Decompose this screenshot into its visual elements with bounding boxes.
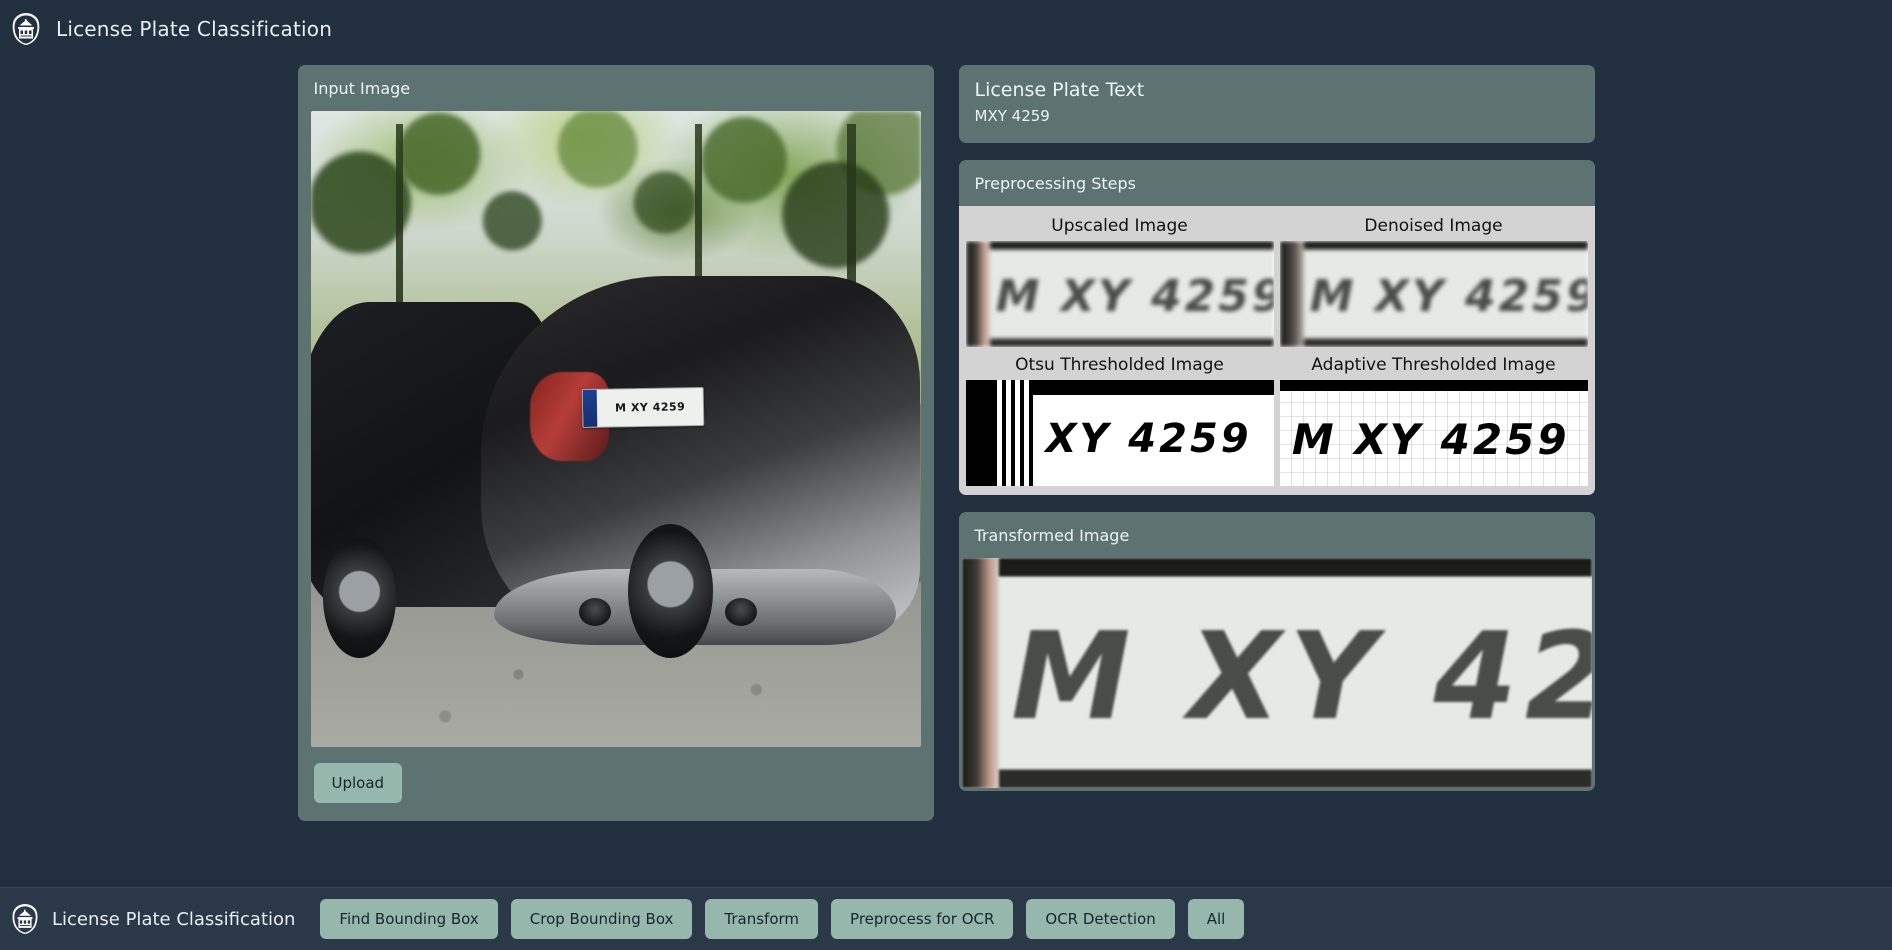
wheel: [627, 524, 714, 658]
plate-edge: [961, 558, 1000, 788]
input-image-panel-title: Input Image: [313, 79, 411, 98]
university-crest-icon: [12, 12, 40, 45]
step-label: Denoised Image: [1364, 216, 1503, 236]
exhaust-pipe: [725, 598, 758, 627]
step-label: Upscaled Image: [1051, 216, 1188, 236]
preprocessing-grid: Upscaled Image M XY 4259 Denoised Image: [958, 206, 1595, 495]
left-column: Input Image M XY 4259 Upload: [297, 65, 934, 887]
plate-edge: [1279, 241, 1305, 347]
plate-characters: M XY 4259: [1309, 270, 1588, 322]
app-header: License Plate Classification: [0, 0, 1892, 57]
binary-left-artifact: [965, 380, 1034, 486]
preprocessing-cell-adaptive: Adaptive Thresholded Image M XY 4259: [1279, 351, 1588, 486]
plate-characters: M XY 4259: [995, 270, 1274, 322]
step-label: Otsu Thresholded Image: [1015, 355, 1224, 375]
otsu-thresholded-image-thumb[interactable]: XY 4259: [965, 380, 1274, 486]
adaptive-binary-art: M XY 4259: [1279, 380, 1588, 486]
app-title: License Plate Classification: [56, 16, 333, 41]
plate-edge: [965, 241, 991, 347]
step-label: Adaptive Thresholded Image: [1311, 355, 1556, 375]
plate-crop-art: M XY 4259: [1279, 241, 1588, 347]
license-plate-text-value: MXY 4259: [974, 107, 1050, 125]
university-crest-icon: [12, 904, 38, 934]
bottom-app-title: License Plate Classification: [52, 908, 296, 930]
plate-body: M XY 4259: [999, 558, 1592, 788]
plate-characters: M XY 4259: [614, 400, 686, 415]
workspace: Input Image M XY 4259 Upload License Pla…: [0, 57, 1892, 887]
find-bounding-box-button[interactable]: Find Bounding Box: [320, 899, 498, 939]
preprocessing-cell-upscaled: Upscaled Image M XY 4259: [965, 212, 1274, 347]
crop-bounding-box-button[interactable]: Crop Bounding Box: [510, 899, 693, 939]
license-plate-text-title: License Plate Text: [974, 79, 1145, 101]
license-plate-text-panel: License Plate Text MXY 4259: [958, 65, 1595, 143]
denoised-image-thumb[interactable]: M XY 4259: [1279, 241, 1588, 347]
upload-button[interactable]: Upload: [313, 763, 403, 803]
preprocessing-steps-title: Preprocessing Steps: [974, 174, 1137, 193]
transformed-image-panel: Transformed Image M XY 4259: [958, 512, 1595, 791]
plate-crop-art: M XY 4259: [961, 558, 1592, 788]
upload-row: Upload: [298, 747, 934, 821]
car-photo-art: M XY 4259: [310, 111, 921, 747]
plate-crop-art: M XY 4259: [965, 241, 1274, 347]
all-button[interactable]: All: [1187, 899, 1245, 939]
plate-characters: XY 4259: [1045, 416, 1252, 463]
plate-characters: M XY 4259: [1291, 414, 1570, 464]
ocr-detection-button[interactable]: OCR Detection: [1026, 899, 1175, 939]
preprocessing-cell-otsu: Otsu Thresholded Image XY 4259: [965, 351, 1274, 486]
preprocessing-cell-denoised: Denoised Image M XY 4259: [1279, 212, 1588, 347]
plate-body: M XY 4259: [990, 241, 1274, 347]
preprocessing-steps-panel: Preprocessing Steps Upscaled Image M XY …: [958, 160, 1595, 495]
input-image-panel: Input Image M XY 4259 Upload: [297, 65, 934, 821]
plate-body: M XY 4259: [1304, 241, 1588, 347]
transform-button[interactable]: Transform: [705, 899, 819, 939]
transformed-image-preview[interactable]: M XY 4259: [961, 558, 1592, 788]
input-image-preview[interactable]: M XY 4259: [310, 111, 921, 747]
otsu-binary-art: XY 4259: [965, 380, 1274, 486]
bottom-toolbar: License Plate Classification Find Boundi…: [0, 887, 1892, 950]
adaptive-thresholded-image-thumb[interactable]: M XY 4259: [1279, 380, 1588, 486]
transformed-image-title: Transformed Image: [974, 526, 1130, 545]
exhaust-pipe: [578, 598, 611, 627]
license-plate: M XY 4259: [581, 386, 705, 429]
upscaled-image-thumb[interactable]: M XY 4259: [965, 241, 1274, 347]
plate-eu-band: [582, 389, 598, 428]
plate-characters: M XY 4259: [1011, 608, 1591, 748]
bottom-brand: License Plate Classification: [10, 903, 295, 935]
wheel: [322, 537, 396, 658]
preprocess-for-ocr-button[interactable]: Preprocess for OCR: [831, 899, 1014, 939]
right-column: License Plate Text MXY 4259 Preprocessin…: [958, 65, 1595, 887]
